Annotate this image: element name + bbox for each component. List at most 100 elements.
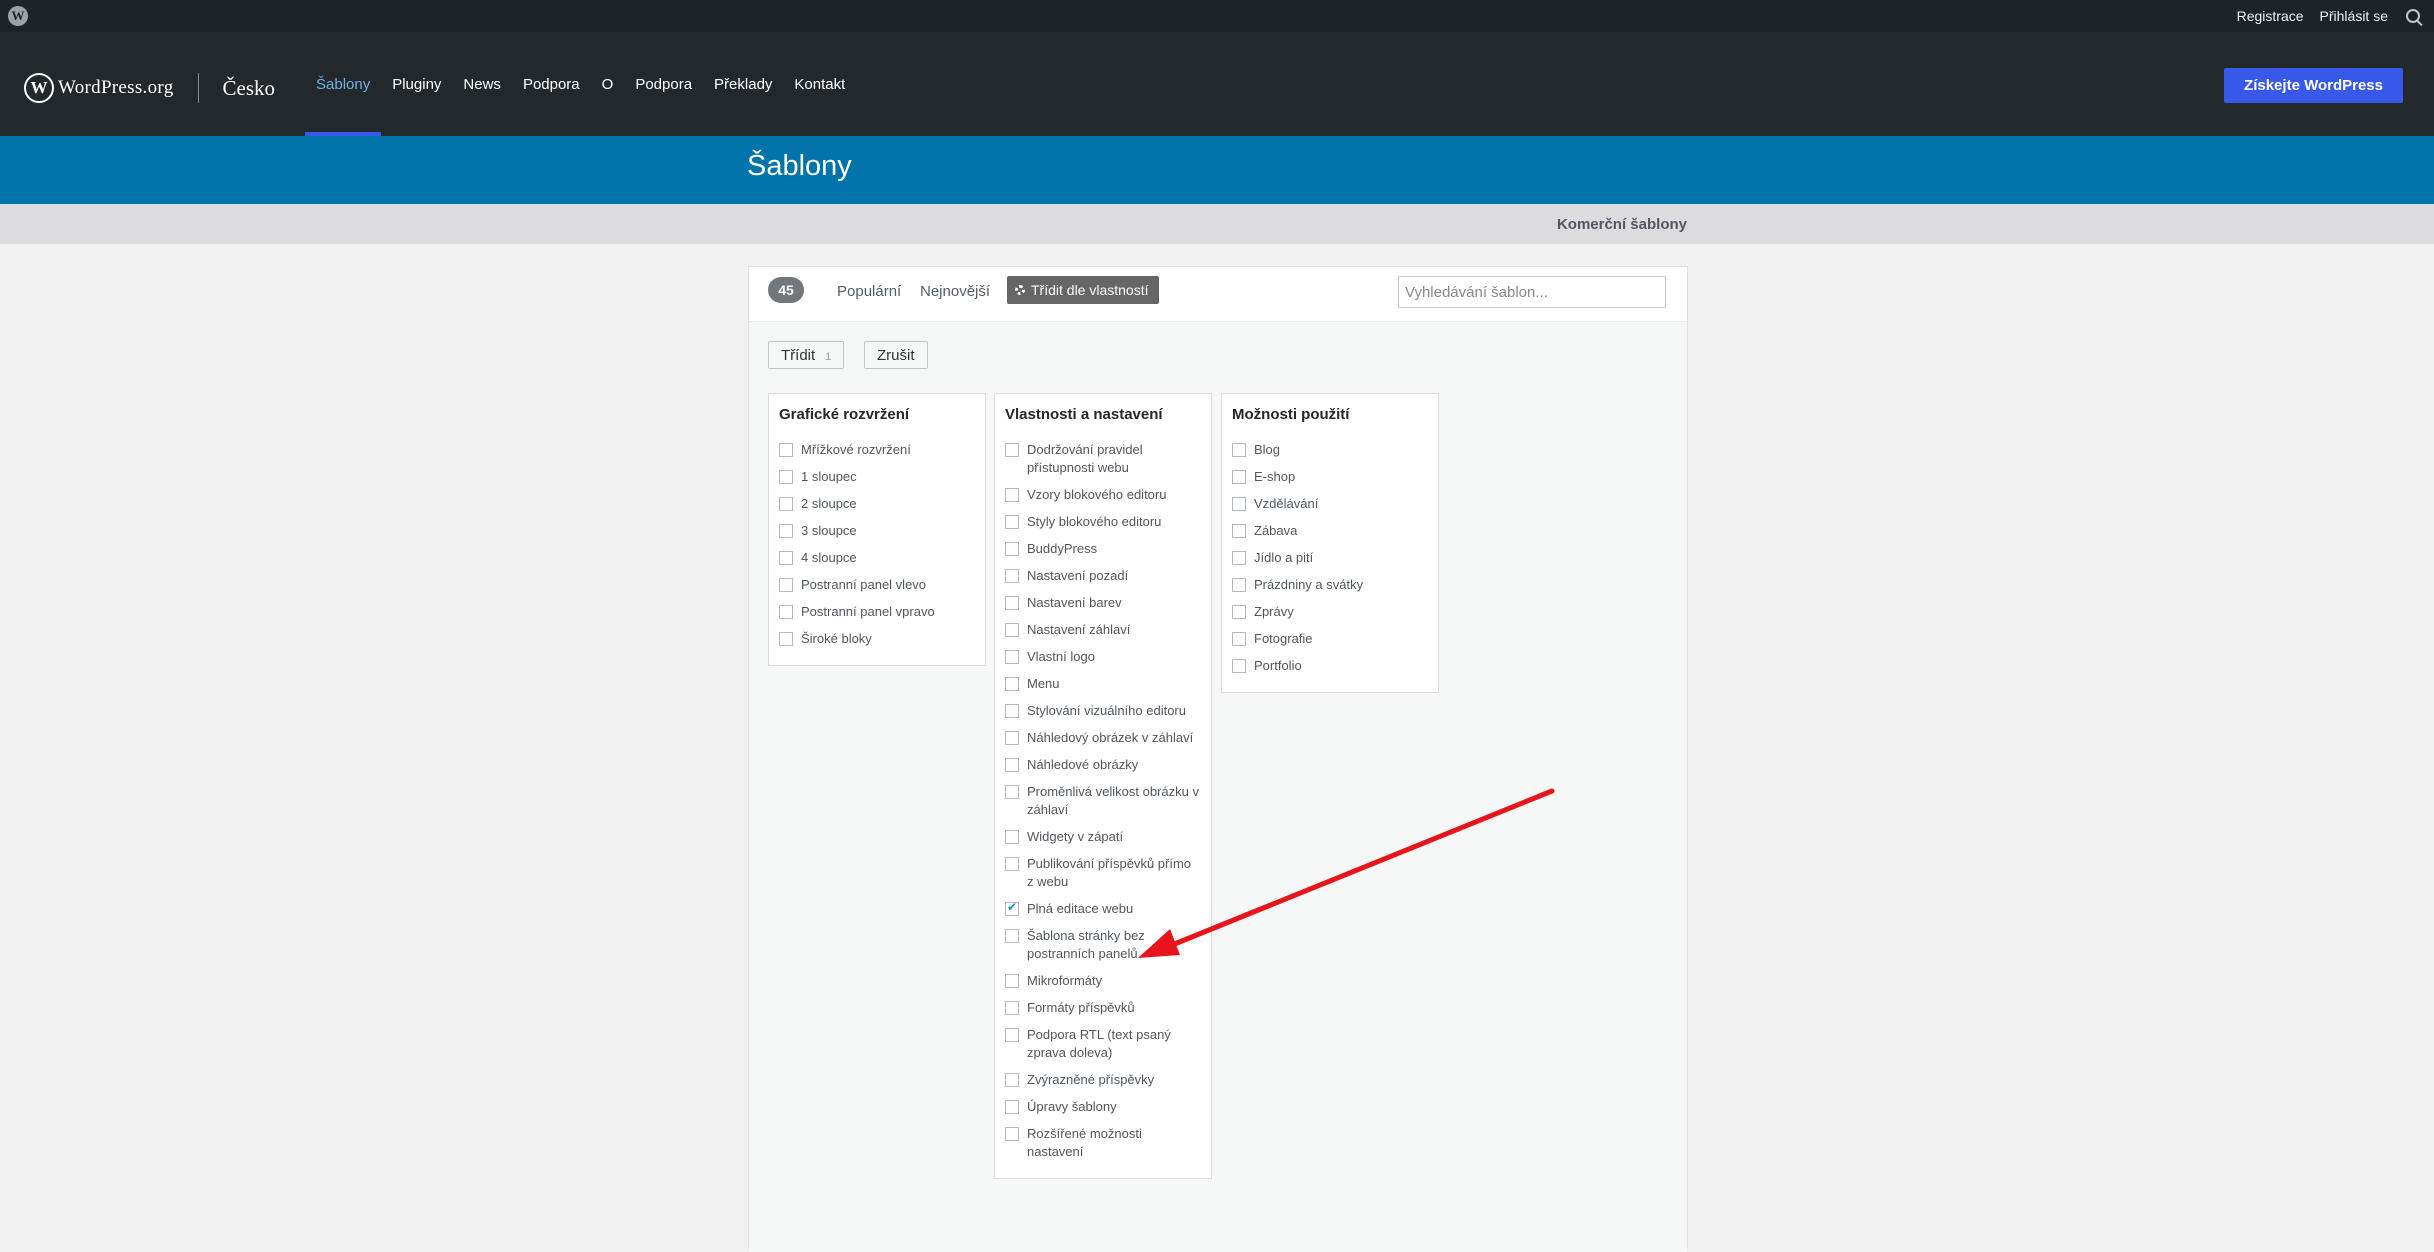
checkbox[interactable] bbox=[1005, 1073, 1019, 1087]
filter-option[interactable]: Náhledový obrázek v záhlaví bbox=[1005, 729, 1201, 747]
checkbox-checked[interactable] bbox=[1005, 900, 1019, 916]
filter-option-label[interactable]: Jídlo a pití bbox=[1254, 549, 1313, 567]
filter-option-label[interactable]: 4 sloupce bbox=[801, 549, 857, 567]
filter-option-label[interactable]: 3 sloupce bbox=[801, 522, 857, 540]
filter-option-label[interactable]: Podpora RTL (text psaný zprava doleva) bbox=[1027, 1026, 1201, 1062]
filter-option[interactable]: Prázdniny a svátky bbox=[1232, 576, 1428, 594]
filter-option-label[interactable]: Zprávy bbox=[1254, 603, 1294, 621]
filter-option-label[interactable]: Široké bloky bbox=[801, 630, 872, 648]
nav-item-translations[interactable]: Překlady bbox=[703, 32, 783, 136]
filter-option[interactable]: Menu bbox=[1005, 675, 1201, 693]
filter-option-label[interactable]: Postranní panel vlevo bbox=[801, 576, 926, 594]
checkbox[interactable] bbox=[1232, 470, 1246, 484]
filter-option[interactable]: Fotografie bbox=[1232, 630, 1428, 648]
login-link[interactable]: Přihlásit se bbox=[2320, 8, 2388, 24]
apply-filters-button[interactable]: Třídit 1 bbox=[768, 341, 845, 369]
filter-option-label[interactable]: Postranní panel vpravo bbox=[801, 603, 935, 621]
filter-option-label[interactable]: Widgety v zápatí bbox=[1027, 828, 1123, 846]
checkbox[interactable] bbox=[1232, 605, 1246, 619]
filter-option[interactable]: Nastavení záhlaví bbox=[1005, 621, 1201, 639]
tab-popular[interactable]: Populární bbox=[837, 283, 901, 300]
filter-option-label[interactable]: Publikování příspěvků přímo z webu bbox=[1027, 855, 1201, 891]
checkbox[interactable] bbox=[779, 632, 793, 646]
nav-item-plugins[interactable]: Pluginy bbox=[381, 32, 452, 136]
site-logo[interactable]: W WordPress.org Česko bbox=[24, 73, 275, 103]
filter-option[interactable]: Publikování příspěvků přímo z webu bbox=[1005, 855, 1201, 891]
filter-option[interactable]: Jídlo a pití bbox=[1232, 549, 1428, 567]
filter-option[interactable]: 3 sloupce bbox=[779, 522, 975, 540]
checkbox[interactable] bbox=[1005, 1100, 1019, 1114]
filter-option[interactable]: Podpora RTL (text psaný zprava doleva) bbox=[1005, 1026, 1201, 1062]
filter-option[interactable]: Portfolio bbox=[1232, 657, 1428, 675]
filter-option[interactable]: Nastavení pozadí bbox=[1005, 567, 1201, 585]
filter-option[interactable]: Vzory blokového editoru bbox=[1005, 486, 1201, 504]
checkbox[interactable] bbox=[1232, 578, 1246, 592]
checkbox[interactable] bbox=[1005, 731, 1019, 745]
checkbox[interactable] bbox=[1005, 650, 1019, 664]
filter-option-label[interactable]: Šablona stránky bez postranních panelů bbox=[1027, 927, 1201, 963]
filter-option[interactable]: Nastavení barev bbox=[1005, 594, 1201, 612]
checkbox[interactable] bbox=[779, 605, 793, 619]
filter-option[interactable]: Šablona stránky bez postranních panelů bbox=[1005, 927, 1201, 963]
filter-option-label[interactable]: Fotografie bbox=[1254, 630, 1313, 648]
filter-option-label[interactable]: Nastavení pozadí bbox=[1027, 567, 1128, 585]
checkbox[interactable] bbox=[779, 470, 793, 484]
filter-option[interactable]: Mřížkové rozvržení bbox=[779, 441, 975, 459]
checkbox[interactable] bbox=[1005, 623, 1019, 637]
filter-option-label[interactable]: Úpravy šablony bbox=[1027, 1098, 1117, 1116]
filter-option[interactable]: Dodržování pravidel přístupnosti webu bbox=[1005, 441, 1201, 477]
nav-item-themes[interactable]: Šablony bbox=[305, 32, 382, 136]
nav-item-news[interactable]: News bbox=[452, 32, 512, 136]
checkbox[interactable] bbox=[779, 578, 793, 592]
filter-option[interactable]: Vzdělávání bbox=[1232, 495, 1428, 513]
checkbox[interactable] bbox=[1005, 515, 1019, 529]
filter-option[interactable]: Vlastní logo bbox=[1005, 648, 1201, 666]
filter-option[interactable]: Plná editace webu bbox=[1005, 900, 1201, 918]
filter-option-label[interactable]: BuddyPress bbox=[1027, 540, 1097, 558]
checkbox[interactable] bbox=[1005, 974, 1019, 988]
filter-option-label[interactable]: Nastavení barev bbox=[1027, 594, 1122, 612]
checkbox[interactable] bbox=[1005, 569, 1019, 583]
checkbox[interactable] bbox=[1005, 1127, 1019, 1141]
filter-option-label[interactable]: Náhledový obrázek v záhlaví bbox=[1027, 729, 1193, 747]
checkbox[interactable] bbox=[1005, 488, 1019, 502]
filter-option-label[interactable]: Mikroformáty bbox=[1027, 972, 1102, 990]
checkbox[interactable] bbox=[1005, 443, 1019, 457]
checkbox[interactable] bbox=[1005, 1001, 1019, 1015]
filter-option-label[interactable]: Mřížkové rozvržení bbox=[801, 441, 911, 459]
checkbox[interactable] bbox=[1232, 659, 1246, 673]
filter-option-label[interactable]: Styly blokového editoru bbox=[1027, 513, 1161, 531]
tab-latest[interactable]: Nejnovější bbox=[920, 283, 990, 300]
filter-option-label[interactable]: Menu bbox=[1027, 675, 1060, 693]
register-link[interactable]: Registrace bbox=[2237, 8, 2304, 24]
filter-option[interactable]: Proměnlivá velikost obrázku v záhlaví bbox=[1005, 783, 1201, 819]
nav-item-support[interactable]: Podpora bbox=[512, 32, 591, 136]
filter-option[interactable]: 2 sloupce bbox=[779, 495, 975, 513]
filter-option-label[interactable]: Vzory blokového editoru bbox=[1027, 486, 1166, 504]
checkbox[interactable] bbox=[1232, 497, 1246, 511]
checkbox[interactable] bbox=[1232, 443, 1246, 457]
checkbox[interactable] bbox=[779, 497, 793, 511]
filter-option-label[interactable]: Prázdniny a svátky bbox=[1254, 576, 1363, 594]
checkbox[interactable] bbox=[1005, 785, 1019, 799]
filter-option[interactable]: Postranní panel vlevo bbox=[779, 576, 975, 594]
clear-filters-button[interactable]: Zrušit bbox=[864, 341, 928, 369]
filter-option-label[interactable]: Plná editace webu bbox=[1027, 900, 1133, 918]
filter-option[interactable]: Stylování vizuálního editoru bbox=[1005, 702, 1201, 720]
checkbox[interactable] bbox=[1232, 524, 1246, 538]
filter-option[interactable]: Zvýrazněné příspěvky bbox=[1005, 1071, 1201, 1089]
filter-option-label[interactable]: Stylování vizuálního editoru bbox=[1027, 702, 1186, 720]
filter-option-label[interactable]: Formáty příspěvků bbox=[1027, 999, 1135, 1017]
filter-option[interactable]: 1 sloupec bbox=[779, 468, 975, 486]
checkbox[interactable] bbox=[1232, 632, 1246, 646]
filter-option-label[interactable]: Náhledové obrázky bbox=[1027, 756, 1138, 774]
commercial-themes-link[interactable]: Komerční šablony bbox=[1557, 204, 1687, 246]
checkbox[interactable] bbox=[1005, 830, 1019, 844]
checkbox[interactable] bbox=[1005, 758, 1019, 772]
nav-item-about[interactable]: O bbox=[591, 32, 625, 136]
filter-option[interactable]: Blog bbox=[1232, 441, 1428, 459]
filter-option-label[interactable]: Proměnlivá velikost obrázku v záhlaví bbox=[1027, 783, 1201, 819]
filter-option[interactable]: Postranní panel vpravo bbox=[779, 603, 975, 621]
filter-option-label[interactable]: 2 sloupce bbox=[801, 495, 857, 513]
filter-option-label[interactable]: Vlastní logo bbox=[1027, 648, 1095, 666]
